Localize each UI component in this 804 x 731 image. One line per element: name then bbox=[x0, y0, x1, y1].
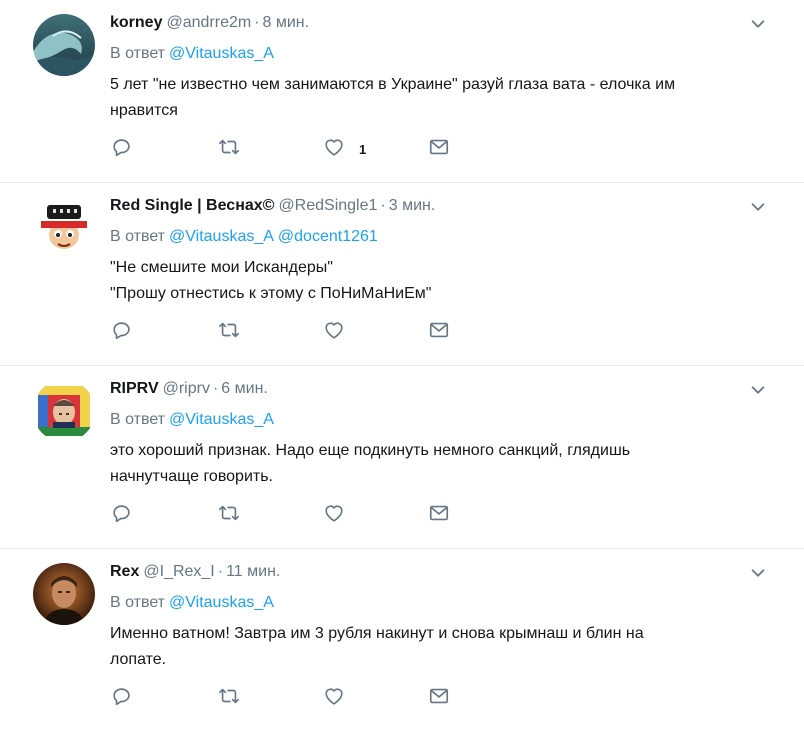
separator-dot: · bbox=[380, 197, 386, 214]
separator-dot: · bbox=[212, 380, 219, 397]
reply-prefix: В ответ bbox=[110, 45, 166, 62]
chevron-down-icon[interactable] bbox=[748, 380, 768, 400]
avatar[interactable] bbox=[33, 14, 95, 76]
tweet-content: Red Single | Веснах© @RedSingle1 · 3 мин. В … bbox=[110, 195, 770, 365]
mention-link[interactable]: @Vitauskas_A bbox=[169, 411, 274, 428]
reply-icon bbox=[111, 136, 133, 163]
like-count: 1 bbox=[359, 141, 367, 157]
reply-button[interactable] bbox=[111, 138, 133, 160]
mention-link[interactable]: @Vitauskas_A bbox=[169, 594, 274, 611]
reply-context: В ответ @Vitauskas_A bbox=[110, 409, 770, 431]
reply-icon bbox=[111, 319, 133, 346]
avatar[interactable] bbox=[33, 197, 95, 259]
tweet-content: Rex @I_Rex_I · 11 мин. В ответ @Vitauskas_A Им… bbox=[110, 561, 770, 731]
chevron-down-icon[interactable] bbox=[748, 197, 768, 217]
user-handle[interactable]: @riprv bbox=[163, 380, 210, 397]
timestamp[interactable]: 6 мин. bbox=[221, 380, 268, 397]
reply-context: В ответ @Vitauskas_A bbox=[110, 43, 770, 65]
tweet[interactable]: RIPRV @riprv · 6 мин. В ответ @Vitauskas_A это… bbox=[0, 366, 804, 549]
reply-button[interactable] bbox=[111, 321, 133, 343]
retweet-button[interactable] bbox=[218, 687, 240, 709]
reply-icon bbox=[111, 685, 133, 712]
tweet-content: korney @andrre2m · 8 мин. В ответ @Vitauskas_… bbox=[110, 12, 770, 182]
tweet-text: Именно ватном! Завтра им 3 рубля накинут… bbox=[110, 621, 770, 673]
retweet-button[interactable] bbox=[218, 504, 240, 526]
reply-prefix: В ответ bbox=[110, 411, 166, 428]
retweet-icon bbox=[218, 319, 240, 346]
avatar[interactable] bbox=[33, 380, 95, 442]
retweet-button[interactable] bbox=[218, 138, 240, 160]
separator-dot: · bbox=[254, 14, 260, 31]
tweet[interactable]: Red Single | Веснах© @RedSingle1 · 3 мин. В … bbox=[0, 183, 804, 366]
like-button[interactable] bbox=[323, 687, 345, 709]
reply-feed: korney @andrre2m · 8 мин. В ответ @Vitauskas_… bbox=[0, 0, 804, 731]
tweet[interactable]: korney @andrre2m · 8 мин. В ответ @Vitauskas_… bbox=[0, 0, 804, 183]
tweet-header: Rex @I_Rex_I · 11 мин. bbox=[110, 561, 770, 583]
reply-context: В ответ @Vitauskas_A bbox=[110, 592, 770, 614]
retweet-icon bbox=[218, 685, 240, 712]
tweet-text-line: начнутчаще говорить. bbox=[110, 468, 273, 485]
direct-message-button[interactable] bbox=[428, 504, 450, 526]
chevron-down-icon[interactable] bbox=[748, 563, 768, 583]
heart-icon bbox=[323, 319, 345, 346]
chevron-down-icon[interactable] bbox=[748, 14, 768, 34]
tweet-text: это хороший признак. Надо еще подкинуть … bbox=[110, 438, 770, 490]
tweet-text-line: это хороший признак. Надо еще подкинуть … bbox=[110, 442, 631, 459]
reply-icon bbox=[111, 502, 133, 529]
avatar[interactable] bbox=[33, 563, 95, 625]
timestamp[interactable]: 3 мин. bbox=[389, 197, 436, 214]
display-name[interactable]: RIPRV bbox=[110, 380, 159, 397]
direct-message-button[interactable] bbox=[428, 687, 450, 709]
retweet-button[interactable] bbox=[218, 321, 240, 343]
reply-prefix: В ответ bbox=[110, 228, 166, 245]
tweet-text: "Не смешите мои Искандеры" "Прошу отнести… bbox=[110, 255, 770, 307]
heart-icon bbox=[323, 136, 345, 163]
reply-button[interactable] bbox=[111, 687, 133, 709]
tweet-content: RIPRV @riprv · 6 мин. В ответ @Vitauskas_A это… bbox=[110, 378, 770, 548]
envelope-icon bbox=[428, 319, 450, 346]
reply-prefix: В ответ bbox=[110, 594, 166, 611]
timestamp[interactable]: 8 мин. bbox=[263, 14, 310, 31]
tweet-text-line: лопате. bbox=[110, 651, 167, 668]
retweet-icon bbox=[218, 136, 240, 163]
separator-dot: · bbox=[217, 563, 224, 580]
tweet-text: 5 лет "не известно чем занимаются в Укра… bbox=[110, 72, 770, 124]
tweet-actions: 1 bbox=[110, 132, 770, 182]
tweet-text-line: "Не смешите мои Искандеры" bbox=[110, 259, 333, 276]
envelope-icon bbox=[428, 502, 450, 529]
mention-link[interactable]: @Vitauskas_A bbox=[169, 228, 274, 245]
display-name[interactable]: Red Single | Веснах© bbox=[110, 197, 274, 214]
display-name[interactable]: korney bbox=[110, 14, 162, 31]
timestamp[interactable]: 11 мин. bbox=[226, 563, 280, 580]
tweet-text-line: "Прошу отнестись к этому с ПоНиМаНиЕм" bbox=[110, 285, 432, 302]
direct-message-button[interactable] bbox=[428, 321, 450, 343]
tweet-text-line: 5 лет "не известно чем занимаются в Укра… bbox=[110, 76, 676, 93]
tweet-actions bbox=[110, 498, 770, 548]
tweet-actions bbox=[110, 315, 770, 365]
mention-link[interactable]: @docent1261 bbox=[278, 228, 378, 245]
like-button[interactable]: 1 bbox=[323, 138, 366, 160]
display-name[interactable]: Rex bbox=[110, 563, 139, 580]
reply-button[interactable] bbox=[111, 504, 133, 526]
tweet-header: Red Single | Веснах© @RedSingle1 · 3 мин. bbox=[110, 195, 770, 217]
like-button[interactable] bbox=[323, 321, 345, 343]
tweet-text-line: Именно ватном! Завтра им 3 рубля накинут… bbox=[110, 625, 644, 642]
envelope-icon bbox=[428, 685, 450, 712]
like-button[interactable] bbox=[323, 504, 345, 526]
heart-icon bbox=[323, 685, 345, 712]
user-handle[interactable]: @andrre2m bbox=[166, 14, 251, 31]
tweet-text-line: нравится bbox=[110, 102, 178, 119]
tweet-actions bbox=[110, 681, 770, 731]
direct-message-button[interactable] bbox=[428, 138, 450, 160]
heart-icon bbox=[323, 502, 345, 529]
tweet-header: korney @andrre2m · 8 мин. bbox=[110, 12, 770, 34]
mention-link[interactable]: @Vitauskas_A bbox=[169, 45, 274, 62]
retweet-icon bbox=[218, 502, 240, 529]
tweet[interactable]: Rex @I_Rex_I · 11 мин. В ответ @Vitauskas_A Им… bbox=[0, 549, 804, 731]
envelope-icon bbox=[428, 136, 450, 163]
user-handle[interactable]: @RedSingle1 bbox=[278, 197, 377, 214]
tweet-header: RIPRV @riprv · 6 мин. bbox=[110, 378, 770, 400]
reply-context: В ответ @Vitauskas_A @docent1261 bbox=[110, 226, 770, 248]
user-handle[interactable]: @I_Rex_I bbox=[143, 563, 214, 580]
